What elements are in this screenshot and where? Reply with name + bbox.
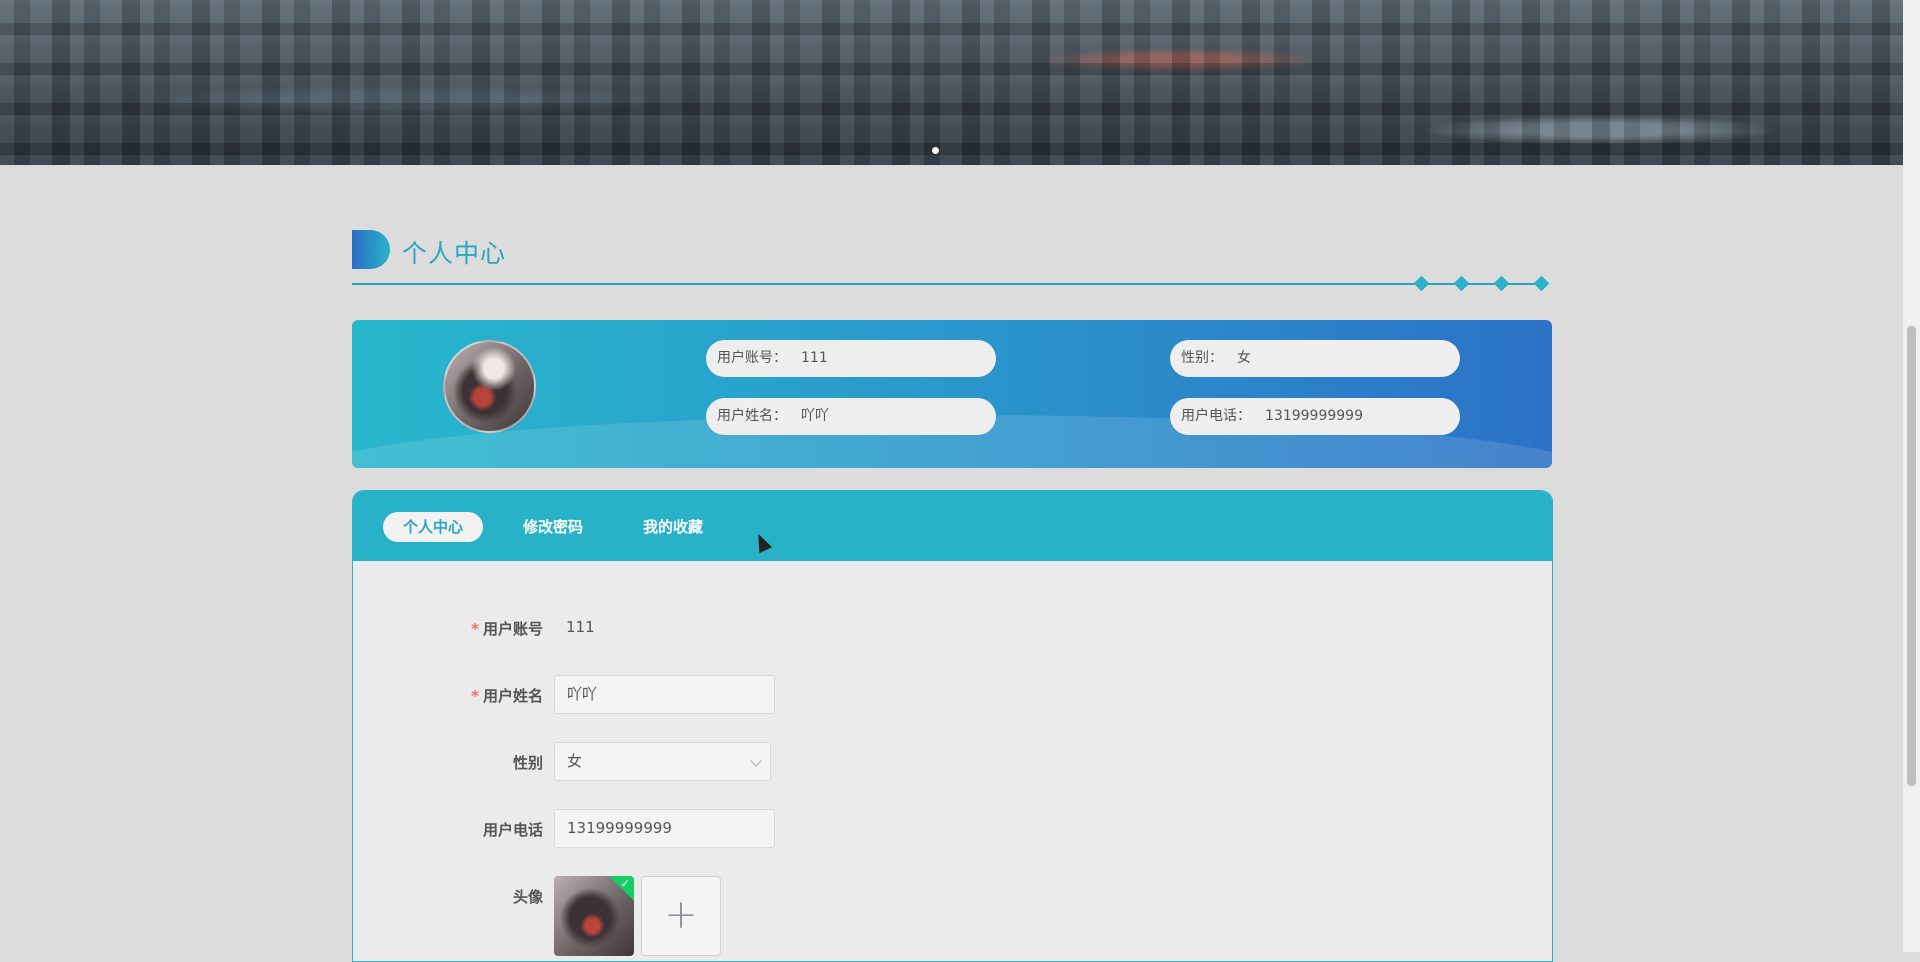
account-label: * 用户账号 — [423, 618, 543, 639]
info-name: 用户姓名： 吖吖 — [706, 398, 996, 435]
info-phone-value: 13199999999 — [1265, 408, 1363, 424]
name-input[interactable]: 吖吖 — [554, 675, 775, 714]
account-value: 111 — [566, 618, 595, 636]
tab-change-password[interactable]: 修改密码 — [503, 512, 603, 542]
info-phone-label: 用户电话： — [1181, 408, 1251, 424]
upload-button[interactable]: + — [641, 876, 721, 956]
info-name-value: 吖吖 — [801, 408, 829, 424]
banner-carousel[interactable] — [0, 0, 1903, 165]
check-icon: ✓ — [620, 877, 630, 890]
carousel-dot-icon[interactable] — [932, 147, 939, 154]
title-badge-icon — [352, 230, 390, 269]
diamond-icon — [1533, 275, 1550, 292]
chevron-down-icon — [750, 755, 762, 767]
user-info-card: 用户账号： 111 用户姓名： 吖吖 性别： 女 用户电话： 13199999999 — [352, 320, 1552, 468]
gender-label: 性别 — [512, 754, 543, 772]
info-gender-value: 女 — [1237, 350, 1251, 366]
diamond-icon — [1453, 275, 1470, 292]
phone-label: 用户电话 — [482, 821, 543, 839]
page-scrollbar[interactable] — [1903, 0, 1920, 952]
name-label-text: 用户姓名 — [482, 687, 543, 705]
tab-my-favorites[interactable]: 我的收藏 — [623, 512, 723, 542]
info-gender: 性别： 女 — [1170, 340, 1460, 377]
diamond-icon — [1413, 275, 1430, 292]
info-phone: 用户电话： 13199999999 — [1170, 398, 1460, 435]
phone-input[interactable]: 13199999999 — [554, 809, 775, 848]
plus-icon: + — [664, 892, 698, 938]
gender-select[interactable]: 女 — [554, 742, 771, 781]
account-label-text: 用户账号 — [482, 620, 543, 638]
required-mark: * — [471, 620, 479, 638]
tab-personal-center[interactable]: 个人中心 — [383, 512, 483, 542]
uploaded-avatar-thumb[interactable]: ✓ — [554, 876, 634, 956]
info-account-label: 用户账号： — [717, 350, 787, 366]
scrollbar-thumb[interactable] — [1907, 326, 1916, 786]
tab-bar: 个人中心 修改密码 我的收藏 — [353, 491, 1552, 561]
profile-panel: 个人中心 修改密码 我的收藏 * 用户账号 111 * 用户姓名 吖吖 性别 女 用… — [352, 490, 1553, 962]
diamond-icon — [1493, 275, 1510, 292]
section-header: 个人中心 — [352, 228, 1550, 292]
page-title: 个人中心 — [402, 239, 507, 268]
info-account: 用户账号： 111 — [706, 340, 996, 377]
avatar — [443, 340, 536, 433]
title-divider — [352, 283, 1547, 285]
name-label: * 用户姓名 — [423, 685, 543, 706]
info-name-label: 用户姓名： — [717, 408, 787, 424]
gender-select-value: 女 — [567, 752, 583, 770]
avatar-label: 头像 — [512, 888, 543, 906]
info-account-value: 111 — [801, 350, 828, 366]
info-gender-label: 性别： — [1181, 350, 1223, 366]
required-mark: * — [471, 687, 479, 705]
